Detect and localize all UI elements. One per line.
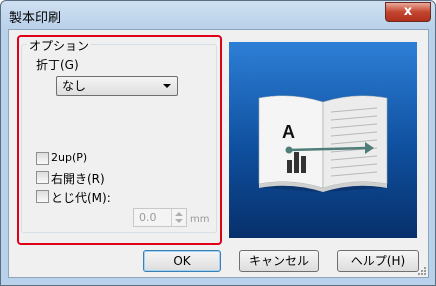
close-button[interactable]: x	[385, 2, 431, 22]
close-icon: x	[403, 4, 413, 19]
chevron-down-icon	[163, 84, 171, 88]
cancel-button[interactable]: キャンセル	[239, 250, 319, 272]
binding-margin-unit: mm	[190, 214, 210, 225]
window-title: 製本印刷	[9, 11, 62, 26]
two-up-checkbox[interactable]	[36, 152, 49, 165]
preview-bar	[287, 160, 292, 173]
fold-select[interactable]: なし	[56, 76, 178, 96]
spinner-up-icon[interactable]	[175, 212, 183, 216]
binding-margin-checkbox[interactable]	[36, 190, 49, 203]
right-open-label[interactable]: 右開き(R)	[51, 170, 105, 187]
spinner-arrows[interactable]	[171, 209, 186, 226]
preview-pane: A	[229, 42, 417, 238]
resize-grip-icon[interactable]	[416, 265, 426, 275]
book-preview-image: A	[258, 95, 388, 192]
spinner-down-icon[interactable]	[175, 219, 183, 223]
preview-letter: A	[282, 122, 295, 142]
ok-button[interactable]: OK	[143, 250, 221, 272]
options-group-label: オプション	[27, 37, 92, 54]
right-open-checkbox[interactable]	[36, 171, 49, 184]
preview-bar	[294, 152, 299, 173]
binding-margin-value[interactable]: 0.0	[139, 211, 157, 224]
two-up-label[interactable]: 2up(P)	[51, 151, 87, 164]
dialog-body: オプション 折丁(G) なし 2up(P) 右開き(R) とじ代(M): 0.0…	[8, 29, 429, 278]
fold-label: 折丁(G)	[36, 58, 79, 72]
help-button[interactable]: ヘルプ(H)	[337, 250, 419, 272]
preview-bar	[301, 156, 306, 173]
dialog-window: 製本印刷 x オプション 折丁(G) なし 2up(P) 右開き(R) とじ代(…	[0, 0, 436, 286]
fold-select-value: なし	[62, 79, 87, 93]
binding-margin-label[interactable]: とじ代(M):	[51, 189, 111, 206]
binding-margin-spinner[interactable]: 0.0	[133, 208, 187, 227]
